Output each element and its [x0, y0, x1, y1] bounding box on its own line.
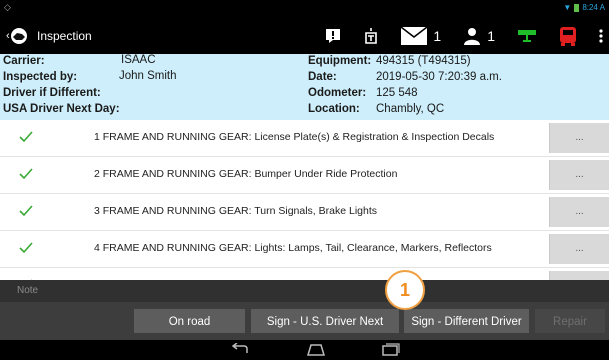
check-icon	[19, 168, 33, 180]
status-bar: ◇ ▼ 8:24 A	[0, 0, 609, 17]
location-value: Chambly, QC	[376, 103, 445, 115]
date-value: 2019-05-30 7:20:39 a.m.	[376, 71, 502, 83]
inspection-item-text: 4 FRAME AND RUNNING GEAR: Lights: Lamps,…	[94, 242, 492, 254]
mail-count: 1	[433, 27, 442, 44]
inspection-item-row[interactable]: 2 FRAME AND RUNNING GEAR: Bumper Under R…	[0, 157, 609, 194]
battery-icon	[574, 3, 580, 12]
back-icon[interactable]	[230, 343, 250, 357]
on-road-breakdown-button[interactable]: On road breakdown	[134, 309, 245, 352]
notification-icon: ◇	[4, 2, 11, 12]
system-nav-bar	[0, 340, 609, 360]
date-label: Date:	[308, 71, 337, 83]
inspection-item-list: 1 FRAME AND RUNNING GEAR: License Plate(…	[0, 120, 609, 280]
driver-if-different-label: Driver if Different:	[3, 87, 101, 99]
fuel-icon	[365, 27, 378, 44]
mail-button[interactable]: 1	[401, 26, 442, 45]
inspected-by-value: John Smith	[119, 70, 177, 82]
person-icon	[464, 27, 481, 45]
app-bar: ‹ Inspection 1 1	[0, 17, 609, 54]
equipment-value: 494315 (T494315)	[376, 55, 471, 67]
driver-count: 1	[487, 27, 495, 44]
status-right: ▼ 8:24 A	[563, 3, 605, 12]
carrier-value: ISAAC	[121, 54, 156, 66]
odometer-value: 125 548	[376, 87, 418, 99]
item-more-button[interactable]: ...	[549, 160, 609, 190]
check-icon	[19, 205, 33, 217]
location-label: Location:	[308, 103, 360, 115]
trailer-button[interactable]	[517, 28, 537, 44]
home-icon[interactable]	[305, 343, 327, 357]
action-button-bar: On road breakdown Sign - U.S. Driver Nex…	[0, 302, 609, 352]
repair-button[interactable]: Repair	[535, 309, 605, 333]
overflow-menu-icon	[599, 28, 603, 43]
callout-badge: 1	[385, 270, 425, 310]
item-more-button[interactable]: ...	[549, 271, 609, 280]
item-more-button[interactable]: ...	[549, 197, 609, 227]
inspection-item-text: 2 FRAME AND RUNNING GEAR: Bumper Under R…	[94, 168, 398, 180]
inspection-item-text: 1 FRAME AND RUNNING GEAR: License Plate(…	[94, 131, 495, 143]
check-icon	[19, 242, 33, 254]
app-logo-icon	[10, 28, 27, 44]
page-title: Inspection	[37, 29, 92, 43]
sign-different-driver-button[interactable]: Sign - Different Driver	[404, 309, 529, 333]
alert-icon	[326, 28, 341, 43]
clock: 8:24 A	[582, 3, 605, 12]
inspection-item-row[interactable]: 1 FRAME AND RUNNING GEAR: License Plate(…	[0, 120, 609, 157]
usa-driver-label: USA Driver Next Day:	[3, 103, 120, 115]
fuel-button[interactable]	[363, 27, 379, 45]
truck-icon	[560, 26, 576, 46]
sign-us-driver-button[interactable]: Sign - U.S. Driver Next Day	[251, 309, 399, 352]
inspection-info-panel: Carrier: ISAAC Inspected by: John Smith …	[0, 54, 609, 120]
truck-button[interactable]	[559, 26, 577, 46]
item-more-button[interactable]: ...	[549, 234, 609, 264]
note-field[interactable]: Note	[0, 280, 609, 302]
inspection-item-text: 3 FRAME AND RUNNING GEAR: Turn Signals, …	[94, 205, 378, 217]
carrier-label: Carrier:	[3, 55, 45, 67]
odometer-label: Odometer:	[308, 87, 367, 99]
note-placeholder: Note	[17, 285, 39, 296]
check-icon	[19, 131, 33, 143]
item-more-button[interactable]: ...	[549, 123, 609, 153]
driver-button[interactable]: 1	[463, 27, 495, 45]
mail-icon	[401, 26, 428, 45]
back-button[interactable]: ‹	[6, 27, 34, 45]
trailer-icon	[518, 29, 536, 42]
alert-button[interactable]	[325, 28, 341, 44]
wifi-icon: ▼	[563, 3, 572, 12]
overflow-menu-button[interactable]	[599, 28, 603, 43]
inspection-item-row[interactable]: 4 FRAME AND RUNNING GEAR: Lights: Lamps,…	[0, 231, 609, 268]
recent-apps-icon[interactable]	[381, 343, 401, 357]
inspection-item-row[interactable]: 3 FRAME AND RUNNING GEAR: Turn Signals, …	[0, 194, 609, 231]
equipment-label: Equipment:	[308, 55, 372, 67]
inspection-item-row[interactable]: ...	[0, 268, 609, 280]
app-toolbar: 1 1	[325, 17, 609, 54]
inspected-by-label: Inspected by:	[3, 71, 78, 83]
